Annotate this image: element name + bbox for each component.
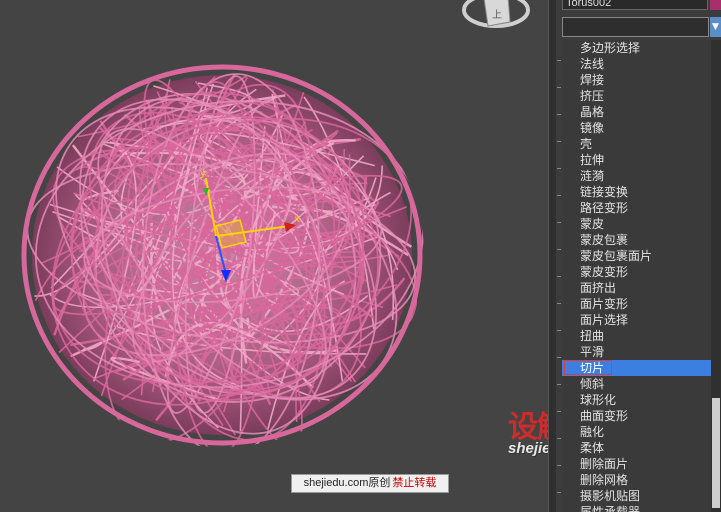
modifier-list-item[interactable]: 法线 [562,56,711,72]
modifier-list-item[interactable]: 镜像 [562,120,711,136]
ruler-tick [557,357,561,358]
modifier-list-item[interactable]: 面挤出 [562,280,711,296]
watermark-site: shejiedu.com [303,477,369,489]
ruler-tick [557,465,561,466]
modifier-list-item[interactable]: 链接变换 [562,184,711,200]
watermark-warning: 禁止转载 [392,477,437,489]
chevron-down-icon[interactable]: ▼ [710,17,721,37]
viewcube-icon[interactable]: 上 [462,0,534,34]
ruler-tick [557,330,561,331]
ruler-tick [557,492,561,493]
ruler-tick [557,141,561,142]
ruler-tick [557,195,561,196]
object-color-swatch[interactable] [710,0,721,10]
ruler-tick [557,384,561,385]
modifier-list-item[interactable]: 晶格 [562,104,711,120]
watermark-banner: shejiedu.com原创 禁止转载 [291,474,449,493]
list-scrollbar[interactable] [711,40,721,512]
modifier-list-dropdown[interactable] [562,17,709,37]
modifier-list-item[interactable]: 焊接 [562,72,711,88]
modifier-dropdown-list[interactable]: 多边形选择 法线 焊接 挤压 晶格 镜像壳拉伸 涟漪 链接变换 路径变形 蒙皮 蒙皮包裹 蒙皮包裹面片… [562,40,712,512]
modifier-list-item[interactable]: 蒙皮包裹 [562,232,711,248]
gizmo-y-label: y [200,168,206,179]
ruler-tick [557,60,561,61]
ruler-tick [557,303,561,304]
ruler-tick [557,168,561,169]
modifier-list-item[interactable]: 面片选择 [562,312,711,328]
modifier-list-item[interactable]: 倾斜 [562,376,711,392]
viewcube-face-label: 上 [492,9,502,21]
modifier-list-item[interactable]: 路径变形 [562,200,711,216]
modifier-list-item[interactable]: 属性承载器 [562,504,711,512]
modifier-list-item[interactable]: 删除面片 [562,456,711,472]
modifier-list-item[interactable]: 蒙皮变形 [562,264,711,280]
object-name-field[interactable]: Torus002 [562,0,708,10]
yarn-strands [26,73,424,447]
scrollbar-thumb[interactable] [712,398,720,508]
ruler-tick [557,411,561,412]
yarn-ball-model[interactable]: xy [0,0,548,512]
ruler-tick [557,114,561,115]
modifier-list-item[interactable]: 壳 [562,136,711,152]
watermark-original: 原创 [368,477,391,489]
modifier-list-item[interactable]: 平滑 [562,344,711,360]
modifier-list-item[interactable]: 面片变形 [562,296,711,312]
modifier-list-item[interactable]: 融化 [562,424,711,440]
modifier-list-item[interactable]: 删除网格 [562,472,711,488]
modifier-list-item[interactable]: 多边形选择 [562,40,711,56]
perspective-viewport[interactable]: xy 上 shejiedu.com原创禁止转载 设解读 shejiedu.com [0,0,548,512]
ruler-tick [557,87,561,88]
modifier-list-item[interactable]: 扭曲 [562,328,711,344]
modifier-list-item[interactable]: 挤压 [562,88,711,104]
modifier-list-item[interactable]: 曲面变形 [562,408,711,424]
site-logo: 设解读 shejiedu.com [508,402,548,462]
modifier-list-item[interactable]: 拉伸 [562,152,711,168]
modifier-list-item[interactable]: 切片 [562,360,711,376]
modifier-list-item[interactable]: 摄影机贴图 [562,488,711,504]
logo-text: 设解读 [508,410,548,445]
gizmo-x-label: x [294,214,300,225]
ruler-tick [557,222,561,223]
ruler-tick [557,438,561,439]
selection-highlight-box [564,360,612,375]
modifier-list-item[interactable]: 柔体 [562,440,711,456]
modifier-list-item[interactable]: 蒙皮包裹面片 [562,248,711,264]
ruler-tick [557,276,561,277]
modifier-list-item[interactable]: 涟漪 [562,168,711,184]
modifier-list-item[interactable]: 球形化 [562,392,711,408]
modifier-list-item[interactable]: 蒙皮 [562,216,711,232]
ruler-tick [557,249,561,250]
